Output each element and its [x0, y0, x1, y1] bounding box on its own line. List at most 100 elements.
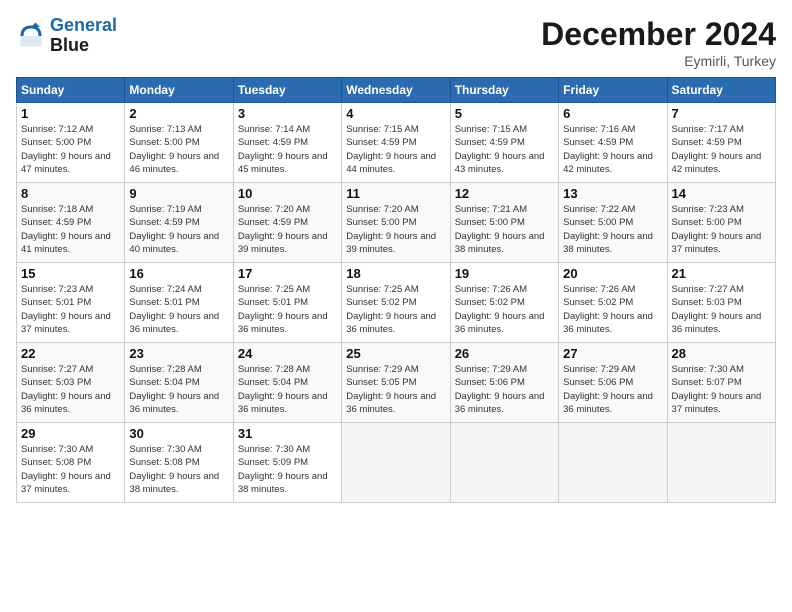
- day-number: 6: [563, 106, 662, 121]
- calendar-cell: 22 Sunrise: 7:27 AM Sunset: 5:03 PM Dayli…: [17, 343, 125, 423]
- day-info: Sunrise: 7:25 AM Sunset: 5:02 PM Dayligh…: [346, 283, 445, 336]
- calendar-cell: 10 Sunrise: 7:20 AM Sunset: 4:59 PM Dayli…: [233, 183, 341, 263]
- day-number: 27: [563, 346, 662, 361]
- calendar-week-4: 22 Sunrise: 7:27 AM Sunset: 5:03 PM Dayli…: [17, 343, 776, 423]
- day-info: Sunrise: 7:27 AM Sunset: 5:03 PM Dayligh…: [21, 363, 120, 416]
- calendar-cell: 1 Sunrise: 7:12 AM Sunset: 5:00 PM Daylig…: [17, 103, 125, 183]
- calendar-cell: 3 Sunrise: 7:14 AM Sunset: 4:59 PM Daylig…: [233, 103, 341, 183]
- calendar-cell: 13 Sunrise: 7:22 AM Sunset: 5:00 PM Dayli…: [559, 183, 667, 263]
- day-info: Sunrise: 7:30 AM Sunset: 5:09 PM Dayligh…: [238, 443, 337, 496]
- weekday-header-saturday: Saturday: [667, 78, 775, 103]
- calendar-cell: 9 Sunrise: 7:19 AM Sunset: 4:59 PM Daylig…: [125, 183, 233, 263]
- day-number: 30: [129, 426, 228, 441]
- calendar-cell: 12 Sunrise: 7:21 AM Sunset: 5:00 PM Dayli…: [450, 183, 558, 263]
- day-info: Sunrise: 7:26 AM Sunset: 5:02 PM Dayligh…: [563, 283, 662, 336]
- day-info: Sunrise: 7:25 AM Sunset: 5:01 PM Dayligh…: [238, 283, 337, 336]
- logo: General Blue: [16, 16, 117, 56]
- day-number: 26: [455, 346, 554, 361]
- page-header: General Blue December 2024 Eymirli, Turk…: [16, 16, 776, 69]
- day-number: 20: [563, 266, 662, 281]
- day-info: Sunrise: 7:26 AM Sunset: 5:02 PM Dayligh…: [455, 283, 554, 336]
- day-info: Sunrise: 7:23 AM Sunset: 5:00 PM Dayligh…: [672, 203, 771, 256]
- day-info: Sunrise: 7:20 AM Sunset: 4:59 PM Dayligh…: [238, 203, 337, 256]
- logo-icon: [16, 21, 46, 51]
- day-info: Sunrise: 7:17 AM Sunset: 4:59 PM Dayligh…: [672, 123, 771, 176]
- day-number: 1: [21, 106, 120, 121]
- calendar-cell: 16Sunrise: 7:24 AM Sunset: 5:01 PM Dayli…: [125, 263, 233, 343]
- day-info: Sunrise: 7:18 AM Sunset: 4:59 PM Dayligh…: [21, 203, 120, 256]
- day-number: 24: [238, 346, 337, 361]
- logo-text: General Blue: [50, 16, 117, 56]
- day-info: Sunrise: 7:19 AM Sunset: 4:59 PM Dayligh…: [129, 203, 228, 256]
- weekday-header-sunday: Sunday: [17, 78, 125, 103]
- calendar-cell: 6 Sunrise: 7:16 AM Sunset: 4:59 PM Daylig…: [559, 103, 667, 183]
- title-block: December 2024 Eymirli, Turkey: [541, 16, 776, 69]
- calendar-table: SundayMondayTuesdayWednesdayThursdayFrid…: [16, 77, 776, 503]
- weekday-header-friday: Friday: [559, 78, 667, 103]
- day-number: 4: [346, 106, 445, 121]
- day-number: 28: [672, 346, 771, 361]
- day-number: 17: [238, 266, 337, 281]
- day-info: Sunrise: 7:29 AM Sunset: 5:06 PM Dayligh…: [563, 363, 662, 416]
- calendar-cell: 19 Sunrise: 7:26 AM Sunset: 5:02 PM Dayli…: [450, 263, 558, 343]
- day-number: 29: [21, 426, 120, 441]
- day-number: 3: [238, 106, 337, 121]
- weekday-header-tuesday: Tuesday: [233, 78, 341, 103]
- calendar-cell: 23Sunrise: 7:28 AM Sunset: 5:04 PM Dayli…: [125, 343, 233, 423]
- day-info: Sunrise: 7:30 AM Sunset: 5:08 PM Dayligh…: [21, 443, 120, 496]
- day-number: 2: [129, 106, 228, 121]
- day-info: Sunrise: 7:30 AM Sunset: 5:07 PM Dayligh…: [672, 363, 771, 416]
- location-subtitle: Eymirli, Turkey: [541, 53, 776, 69]
- day-info: Sunrise: 7:14 AM Sunset: 4:59 PM Dayligh…: [238, 123, 337, 176]
- calendar-cell: 27 Sunrise: 7:29 AM Sunset: 5:06 PM Dayli…: [559, 343, 667, 423]
- day-number: 5: [455, 106, 554, 121]
- calendar-header-row: SundayMondayTuesdayWednesdayThursdayFrid…: [17, 78, 776, 103]
- day-info: Sunrise: 7:15 AM Sunset: 4:59 PM Dayligh…: [455, 123, 554, 176]
- calendar-cell: 31Sunrise: 7:30 AM Sunset: 5:09 PM Dayli…: [233, 423, 341, 503]
- day-number: 12: [455, 186, 554, 201]
- calendar-cell: 14 Sunrise: 7:23 AM Sunset: 5:00 PM Dayli…: [667, 183, 775, 263]
- weekday-header-wednesday: Wednesday: [342, 78, 450, 103]
- calendar-cell: 5 Sunrise: 7:15 AM Sunset: 4:59 PM Daylig…: [450, 103, 558, 183]
- day-number: 25: [346, 346, 445, 361]
- day-info: Sunrise: 7:15 AM Sunset: 4:59 PM Dayligh…: [346, 123, 445, 176]
- month-title: December 2024: [541, 16, 776, 53]
- calendar-cell: 11 Sunrise: 7:20 AM Sunset: 5:00 PM Dayli…: [342, 183, 450, 263]
- day-number: 13: [563, 186, 662, 201]
- calendar-cell: 2Sunrise: 7:13 AM Sunset: 5:00 PM Daylig…: [125, 103, 233, 183]
- calendar-cell: 21Sunrise: 7:27 AM Sunset: 5:03 PM Dayli…: [667, 263, 775, 343]
- calendar-week-5: 29 Sunrise: 7:30 AM Sunset: 5:08 PM Dayli…: [17, 423, 776, 503]
- day-number: 7: [672, 106, 771, 121]
- calendar-cell: [667, 423, 775, 503]
- day-number: 22: [21, 346, 120, 361]
- calendar-cell: 25Sunrise: 7:29 AM Sunset: 5:05 PM Dayli…: [342, 343, 450, 423]
- day-info: Sunrise: 7:16 AM Sunset: 4:59 PM Dayligh…: [563, 123, 662, 176]
- calendar-cell: 17 Sunrise: 7:25 AM Sunset: 5:01 PM Dayli…: [233, 263, 341, 343]
- day-number: 18: [346, 266, 445, 281]
- day-number: 9: [129, 186, 228, 201]
- calendar-cell: 18 Sunrise: 7:25 AM Sunset: 5:02 PM Dayli…: [342, 263, 450, 343]
- day-number: 14: [672, 186, 771, 201]
- day-info: Sunrise: 7:21 AM Sunset: 5:00 PM Dayligh…: [455, 203, 554, 256]
- day-number: 10: [238, 186, 337, 201]
- calendar-body: 1 Sunrise: 7:12 AM Sunset: 5:00 PM Daylig…: [17, 103, 776, 503]
- calendar-cell: 26Sunrise: 7:29 AM Sunset: 5:06 PM Dayli…: [450, 343, 558, 423]
- calendar-week-1: 1 Sunrise: 7:12 AM Sunset: 5:00 PM Daylig…: [17, 103, 776, 183]
- day-number: 19: [455, 266, 554, 281]
- calendar-cell: 28 Sunrise: 7:30 AM Sunset: 5:07 PM Dayli…: [667, 343, 775, 423]
- day-info: Sunrise: 7:28 AM Sunset: 5:04 PM Dayligh…: [129, 363, 228, 416]
- day-info: Sunrise: 7:12 AM Sunset: 5:00 PM Dayligh…: [21, 123, 120, 176]
- day-number: 11: [346, 186, 445, 201]
- calendar-cell: 24Sunrise: 7:28 AM Sunset: 5:04 PM Dayli…: [233, 343, 341, 423]
- calendar-cell: [342, 423, 450, 503]
- calendar-cell: 4 Sunrise: 7:15 AM Sunset: 4:59 PM Daylig…: [342, 103, 450, 183]
- day-info: Sunrise: 7:22 AM Sunset: 5:00 PM Dayligh…: [563, 203, 662, 256]
- calendar-cell: [450, 423, 558, 503]
- calendar-cell: [559, 423, 667, 503]
- weekday-header-thursday: Thursday: [450, 78, 558, 103]
- day-info: Sunrise: 7:20 AM Sunset: 5:00 PM Dayligh…: [346, 203, 445, 256]
- calendar-cell: 30 Sunrise: 7:30 AM Sunset: 5:08 PM Dayli…: [125, 423, 233, 503]
- day-number: 21: [672, 266, 771, 281]
- day-info: Sunrise: 7:30 AM Sunset: 5:08 PM Dayligh…: [129, 443, 228, 496]
- day-number: 16: [129, 266, 228, 281]
